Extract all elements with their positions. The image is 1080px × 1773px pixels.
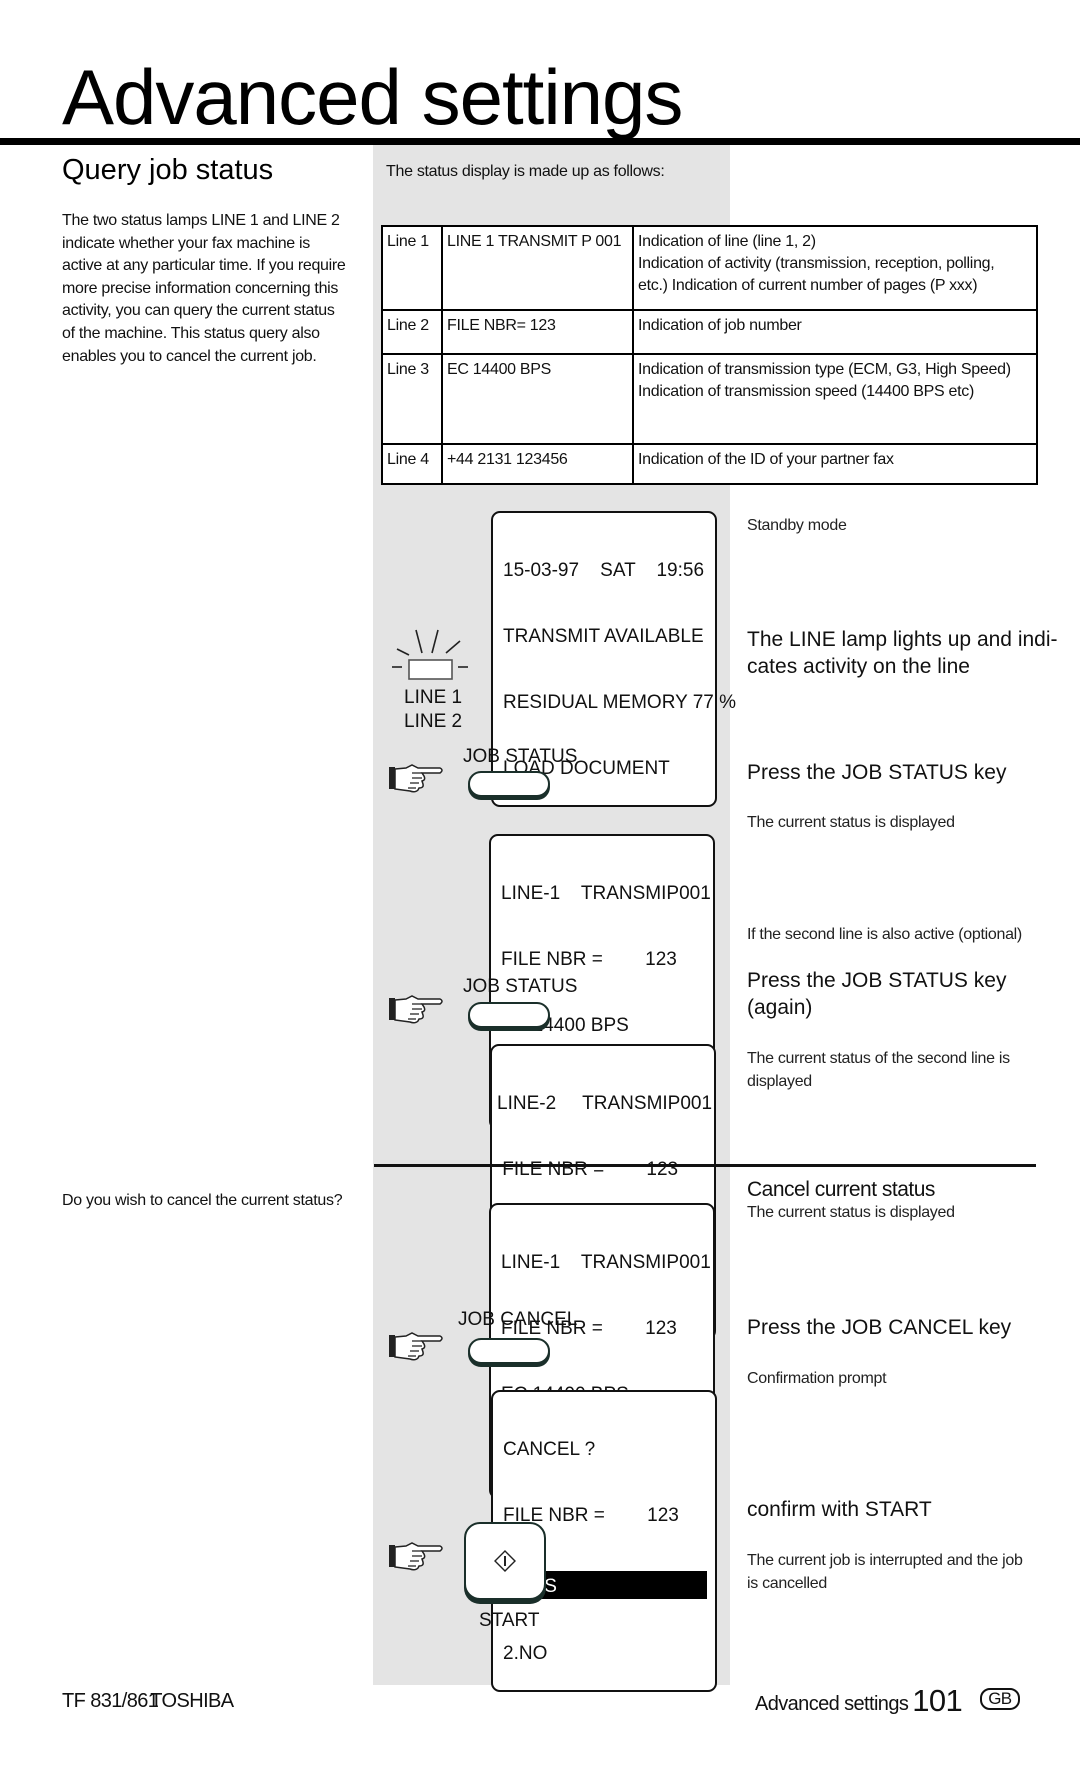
- line-example: EC 14400 BPS: [441, 353, 634, 445]
- line-label: Line 1: [381, 225, 443, 311]
- lcd-line: LINE-1 TRANSMIP001: [501, 883, 711, 904]
- lcd-line: FILE NBR = 123: [501, 949, 677, 970]
- intro-line: The two status lamps LINE 1 and LINE 2: [62, 212, 340, 229]
- step-confirm-start: confirm with START: [747, 1498, 932, 1521]
- footer-section-name: Advanced settings: [755, 1693, 909, 1715]
- job-status-again-key-label: JOB STATUS: [463, 976, 578, 997]
- section-title: Query job status: [62, 154, 274, 186]
- step-second-line-displayed: The current status of the second line is…: [747, 1048, 1010, 1093]
- lamp-label-line2: LINE 2: [404, 711, 463, 732]
- step-job-cancelled: The current job is interrupted and the j…: [747, 1550, 1023, 1595]
- standby-mode-note: Standby mode: [747, 517, 847, 534]
- intro-line: activity, you can query the current stat…: [62, 302, 335, 320]
- region-badge: GB: [980, 1688, 1020, 1710]
- cancel-current-status-heading: Cancel current status: [747, 1178, 935, 1201]
- intro-line: indicate whether your fax machine is: [62, 234, 310, 252]
- description-text: Indication of line (line 1, 2): [638, 233, 816, 250]
- description-text: Indication of transmission type (ECM, G3…: [638, 361, 1011, 378]
- description-text: Indication of the ID of your partner fax: [638, 451, 894, 468]
- lamp-description-line: cates activity on the line: [747, 655, 970, 678]
- start-diamond-icon: [494, 1550, 516, 1572]
- lcd-line: LINE-1 TRANSMIP001: [501, 1252, 711, 1273]
- step-press-job-status-again: Press the JOB STATUS key (again): [747, 967, 1006, 1021]
- line-example: FILE NBR= 123: [441, 309, 634, 355]
- status-display-table: Line 1 LINE 1 TRANSMIT P 001 Indication …: [381, 225, 1038, 485]
- step-press-job-status: Press the JOB STATUS key: [747, 761, 1007, 784]
- page-title: Advanced settings: [62, 53, 683, 141]
- line-example: LINE 1 TRANSMIT P 001: [441, 225, 634, 311]
- lcd-option-no[interactable]: 2.NO: [503, 1643, 705, 1665]
- intro-line: of the machine. This status query also: [62, 324, 320, 342]
- step-text-line: The current job is interrupted and the j…: [747, 1552, 1023, 1569]
- lcd-line: 15-03-97 SAT 19:56: [503, 560, 705, 581]
- intro-paragraph: The two status lamps LINE 1 and LINE 2 i…: [62, 210, 362, 368]
- table-row: Line 3 EC 14400 BPS Indication of transm…: [381, 353, 1038, 445]
- title-rule: [0, 138, 1080, 145]
- cancel-question: Do you wish to cancel the current status…: [62, 1192, 343, 1209]
- table-row: Line 1 LINE 1 TRANSMIT P 001 Indication …: [381, 225, 1038, 311]
- description-text: Indication of job number: [638, 317, 802, 334]
- line-lamp-icon: [392, 629, 468, 680]
- start-key-label: START: [479, 1610, 540, 1631]
- intro-line: active at any particular time. If you re…: [62, 257, 346, 275]
- step-current-status-displayed: The current status is displayed: [747, 814, 955, 831]
- job-status-key-label: JOB STATUS: [463, 746, 578, 767]
- line-label: Line 4: [381, 443, 443, 485]
- lamp-labels: LINE 1 LINE 2: [404, 686, 462, 734]
- footer-brand: TOSHIBA: [150, 1690, 234, 1712]
- lcd-line: FILE NBR = 123: [497, 1159, 679, 1180]
- lamp-label-line1: LINE 1: [404, 687, 463, 708]
- footer-page-info: Advanced settings 101 GB: [755, 1683, 1020, 1718]
- description-text: Indication of activity (transmission, re…: [638, 255, 995, 272]
- line-example: +44 2131 123456: [441, 443, 634, 485]
- lcd-line: TRANSMIT AVAILABLE: [503, 626, 704, 647]
- line-description: Indication of transmission type (ECM, G3…: [632, 353, 1038, 445]
- step-text-line: The current status of the second line is: [747, 1050, 1010, 1067]
- start-key[interactable]: [464, 1522, 546, 1600]
- lcd-line: CANCEL ?: [503, 1439, 596, 1460]
- step-text-line: is cancelled: [747, 1574, 828, 1592]
- description-text: etc.) Indication of current number of pa…: [638, 277, 978, 294]
- pointing-hand-icon: [389, 995, 443, 1024]
- pointing-hand-icon: [389, 1542, 443, 1571]
- step-confirmation-prompt: Confirmation prompt: [747, 1370, 887, 1387]
- job-cancel-key[interactable]: [468, 1338, 550, 1364]
- job-cancel-key-label: JOB CANCEL: [458, 1309, 578, 1330]
- footer-model: TF 831/861TOSHIBA: [62, 1690, 234, 1713]
- line-description: Indication of line (line 1, 2) Indicatio…: [632, 225, 1038, 311]
- step-text-line: Press the JOB STATUS key: [747, 969, 1007, 992]
- pointing-hand-icon: [389, 1332, 443, 1361]
- intro-line: more precise information concerning this: [62, 279, 339, 297]
- line-description: Indication of job number: [632, 309, 1038, 355]
- job-status-key[interactable]: [468, 771, 550, 797]
- cancel-status-displayed: The current status is displayed: [747, 1204, 955, 1221]
- step-press-job-cancel: Press the JOB CANCEL key: [747, 1316, 1012, 1339]
- intro-line: enables you to cancel the current job.: [62, 347, 317, 365]
- line-description: Indication of the ID of your partner fax: [632, 443, 1038, 485]
- line-label: Line 3: [381, 353, 443, 445]
- table-row: Line 4 +44 2131 123456 Indication of the…: [381, 443, 1038, 485]
- pointing-hand-icon: [389, 764, 443, 793]
- lamp-description: The LINE lamp lights up and indi- cates …: [747, 626, 1058, 680]
- line-label: Line 2: [381, 309, 443, 355]
- section-separator: [374, 1164, 1036, 1167]
- status-intro: The status display is made up as follows…: [386, 163, 665, 180]
- description-text: Indication of transmission speed (14400 …: [638, 383, 975, 400]
- lamp-description-line: The LINE lamp lights up and indi-: [747, 628, 1058, 651]
- step-second-line-optional: If the second line is also active (optio…: [747, 926, 1022, 943]
- footer-model-number: TF 831/861: [62, 1690, 159, 1712]
- lcd-line: RESIDUAL MEMORY 77 %: [503, 692, 737, 713]
- table-row: Line 2 FILE NBR= 123 Indication of job n…: [381, 309, 1038, 355]
- lcd-line: LINE-2 TRANSMIP001: [497, 1093, 713, 1114]
- step-text-line: displayed: [747, 1072, 812, 1090]
- page-number: 101: [912, 1683, 963, 1718]
- job-status-again-key[interactable]: [468, 1002, 550, 1028]
- step-text-line: (again): [747, 996, 813, 1019]
